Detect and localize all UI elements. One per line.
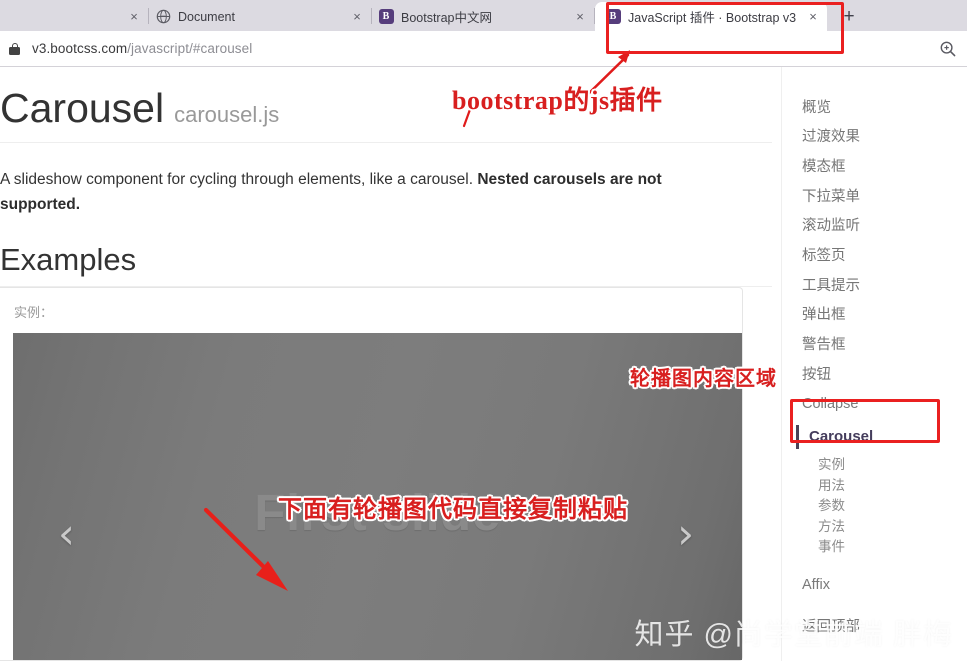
sidebar-item-tabs[interactable]: 标签页 — [782, 241, 967, 271]
page-title-subtitle: carousel.js — [174, 102, 280, 127]
tab-close-icon-0[interactable]: × — [126, 9, 142, 25]
carousel-next-arrow-icon[interactable]: › — [677, 513, 694, 555]
page-body: Carousel carousel.js A slideshow componen… — [0, 67, 967, 661]
lede-normal-text: A slideshow component for cycling throug… — [0, 171, 478, 189]
zoom-in-icon[interactable] — [939, 40, 957, 58]
tab-title-bootstrap-cn: Bootstrap中文网 — [401, 11, 493, 25]
sidebar-item-overview[interactable]: 概览 — [782, 93, 967, 123]
sidebar-subitem-methods[interactable]: 方法 — [782, 516, 967, 537]
sidebar-subitem-options[interactable]: 参数 — [782, 496, 967, 517]
page-title: Carousel carousel.js — [0, 67, 772, 144]
page-sidebar-nav: 概览 过渡效果 模态框 下拉菜单 滚动监听 标签页 工具提示 弹出框 警告框 按… — [781, 67, 967, 661]
tab-title-document: Document — [178, 9, 235, 24]
tab-close-icon-document[interactable]: × — [349, 9, 365, 25]
sidebar-item-collapse[interactable]: Collapse — [782, 390, 967, 420]
sidebar-item-modal[interactable]: 模态框 — [782, 152, 967, 182]
url-path: /javascript/#carousel — [127, 41, 253, 56]
browser-tab-document[interactable]: Document × — [149, 2, 371, 31]
browser-chrome: × Document × B Bootstrap中文网 × B JavaScri… — [0, 0, 967, 67]
tab-strip: × Document × B Bootstrap中文网 × B JavaScri… — [0, 0, 967, 31]
sidebar-item-transitions[interactable]: 过渡效果 — [782, 123, 967, 153]
url-text[interactable]: v3.bootcss.com/javascript/#carousel — [32, 41, 252, 56]
page-title-text: Carousel — [0, 85, 165, 131]
sidebar-item-button[interactable]: 按钮 — [782, 360, 967, 390]
tab-close-icon-bootstrap-cn[interactable]: × — [572, 9, 588, 25]
tab-close-icon-javascript-plugin[interactable]: × — [805, 9, 821, 25]
main-content-column: Carousel carousel.js A slideshow componen… — [0, 67, 772, 288]
sidebar-subitem-usage[interactable]: 用法 — [782, 475, 967, 496]
bootstrap-icon: B — [378, 9, 394, 25]
carousel-prev-arrow-icon[interactable]: ‹ — [58, 513, 75, 555]
carousel-slide-caption: First slide — [254, 484, 501, 541]
page-lede: A slideshow component for cycling throug… — [0, 143, 748, 217]
browser-tab-0[interactable]: × — [0, 2, 148, 31]
sidebar-item-affix[interactable]: Affix — [782, 570, 967, 600]
lock-icon — [8, 41, 22, 57]
sidebar-subitem-events[interactable]: 事件 — [782, 537, 967, 558]
sidebar-item-scrollspy[interactable]: 滚动监听 — [782, 212, 967, 242]
sidebar-item-tooltip[interactable]: 工具提示 — [782, 271, 967, 301]
sidebar-item-alert[interactable]: 警告框 — [782, 330, 967, 360]
example-label: 实例： — [14, 305, 54, 320]
browser-tab-bootstrap-cn[interactable]: B Bootstrap中文网 × — [372, 2, 594, 31]
new-tab-button[interactable]: + — [835, 3, 863, 31]
browser-tab-javascript-plugin[interactable]: B JavaScript 插件 · Bootstrap v3 × — [595, 2, 827, 31]
bootstrap-icon: B — [605, 9, 621, 25]
sidebar-subitem-examples[interactable]: 实例 — [782, 455, 967, 476]
url-domain: v3.bootcss.com — [32, 41, 128, 56]
sidebar-item-popover[interactable]: 弹出框 — [782, 301, 967, 331]
bootstrap-example-box: 实例： First slide ‹ › — [0, 287, 743, 661]
carousel-widget[interactable]: First slide ‹ › — [13, 333, 742, 660]
address-bar[interactable]: v3.bootcss.com/javascript/#carousel — [0, 31, 967, 67]
sidebar-item-back-to-top[interactable]: 返回顶部 — [782, 613, 967, 643]
globe-icon — [155, 9, 171, 25]
sidebar-item-dropdown[interactable]: 下拉菜单 — [782, 182, 967, 212]
sidebar-item-carousel[interactable]: Carousel — [782, 419, 967, 454]
tab-title-javascript-plugin: JavaScript 插件 · Bootstrap v3 — [628, 11, 797, 25]
section-title-examples: Examples — [0, 217, 772, 288]
